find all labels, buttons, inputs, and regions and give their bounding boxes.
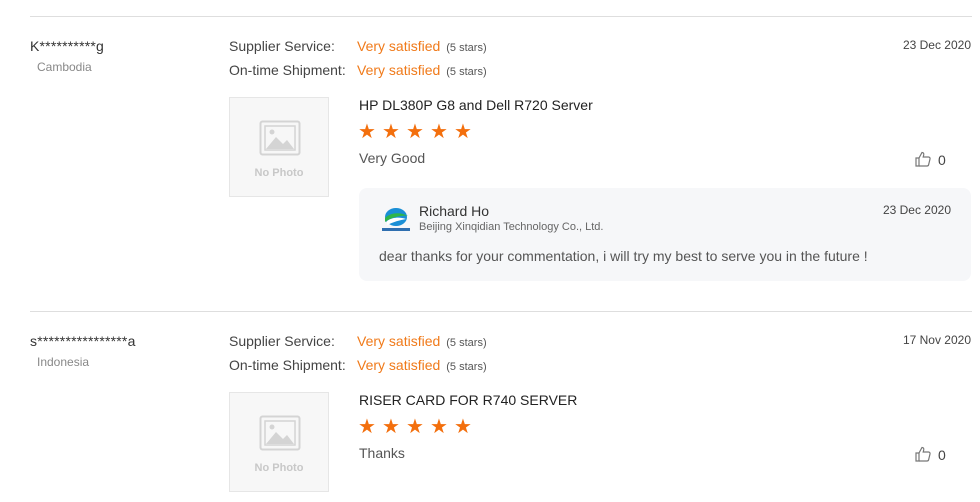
rating-value: Very satisfied xyxy=(357,357,441,373)
shipment-rating: On-time Shipment: Very satisfied (5 stars) xyxy=(229,357,487,373)
supplier-service-rating: Supplier Service: Very satisfied (5 stars) xyxy=(229,38,487,54)
rating-value: Very satisfied xyxy=(357,333,441,349)
no-photo-label: No Photo xyxy=(254,462,304,474)
star-icon: ★ xyxy=(454,121,472,143)
review-date: 17 Nov 2020 xyxy=(902,333,971,347)
like-button[interactable]: 0 xyxy=(914,445,946,463)
buyer-name: s****************a xyxy=(30,333,136,349)
product-name[interactable]: HP DL380P G8 and Dell R720 Server xyxy=(359,97,593,113)
like-count: 0 xyxy=(938,447,946,463)
rating-stars-text: (5 stars) xyxy=(446,42,487,54)
like-button[interactable]: 0 xyxy=(914,150,946,168)
no-photo-label: No Photo xyxy=(254,167,304,179)
thumbs-up-icon xyxy=(915,151,931,167)
rating-stars-text: (5 stars) xyxy=(446,361,487,373)
rating-label: On-time Shipment: xyxy=(229,62,346,78)
star-icon: ★ xyxy=(382,416,400,438)
star-rating: ★ ★ ★ ★ ★ xyxy=(358,416,478,438)
star-icon: ★ xyxy=(358,416,376,438)
rating-label: Supplier Service: xyxy=(229,38,335,54)
reply-company: Beijing Xinqidian Technology Co., Ltd. xyxy=(419,221,604,233)
rating-stars-text: (5 stars) xyxy=(446,66,487,78)
company-logo xyxy=(382,208,410,231)
product-name[interactable]: RISER CARD FOR R740 SERVER xyxy=(359,392,577,408)
reply-text: dear thanks for your commentation, i wil… xyxy=(379,248,868,264)
buyer-name: K**********g xyxy=(30,38,105,54)
reply-author-name: Richard Ho xyxy=(419,203,490,219)
image-placeholder-icon xyxy=(259,415,301,451)
review-comment: Thanks xyxy=(359,445,405,461)
rating-value: Very satisfied xyxy=(357,38,441,54)
supplier-service-rating: Supplier Service: Very satisfied (5 stars) xyxy=(229,333,487,349)
rating-label: On-time Shipment: xyxy=(229,357,346,373)
review-date: 23 Dec 2020 xyxy=(902,38,971,52)
star-icon: ★ xyxy=(430,121,448,143)
rating-value: Very satisfied xyxy=(357,62,441,78)
rating-stars-text: (5 stars) xyxy=(446,337,487,349)
image-placeholder-icon xyxy=(259,120,301,156)
thumbs-up-icon xyxy=(915,446,931,462)
star-icon: ★ xyxy=(406,416,424,438)
star-icon: ★ xyxy=(382,121,400,143)
rating-label: Supplier Service: xyxy=(229,333,335,349)
reply-date: 23 Dec 2020 xyxy=(882,203,951,217)
divider xyxy=(30,311,972,312)
supplier-reply: Richard Ho Beijing Xinqidian Technology … xyxy=(359,188,971,281)
star-icon: ★ xyxy=(358,121,376,143)
product-photo[interactable]: No Photo xyxy=(229,97,329,197)
like-count: 0 xyxy=(938,152,946,168)
product-photo[interactable]: No Photo xyxy=(229,392,329,492)
star-icon: ★ xyxy=(430,416,448,438)
shipment-rating: On-time Shipment: Very satisfied (5 stars) xyxy=(229,62,487,78)
buyer-country: Cambodia xyxy=(37,60,92,74)
review-comment: Very Good xyxy=(359,150,426,166)
buyer-country: Indonesia xyxy=(37,355,90,369)
star-rating: ★ ★ ★ ★ ★ xyxy=(358,121,478,143)
divider-top xyxy=(30,16,972,17)
star-icon: ★ xyxy=(454,416,472,438)
star-icon: ★ xyxy=(406,121,424,143)
